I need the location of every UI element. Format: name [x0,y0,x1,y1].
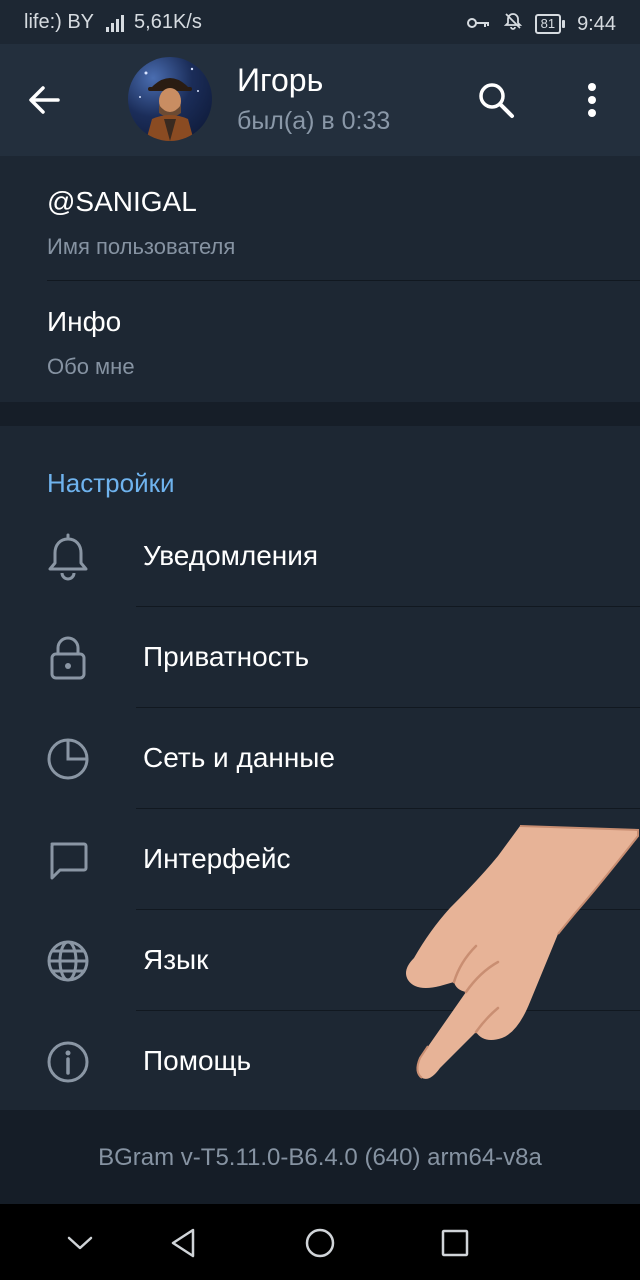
nav-recents-button[interactable] [430,1218,480,1268]
settings-item-label: Приватность [143,641,310,672]
settings-item-label: Язык [143,944,209,975]
status-bar: life:) BY 5,61K/s 81 9:44 [0,0,640,44]
settings-item-label: Уведомления [143,540,319,571]
settings-item-label: Интерфейс [143,843,291,874]
bio-row[interactable]: Инфо Обо мне [0,276,640,396]
bio-label: Обо мне [47,354,135,379]
username-row[interactable]: @SANIGAL Имя пользователя [0,156,640,276]
back-triangle-icon [171,1228,195,1258]
settings-item-label: Помощь [143,1045,252,1076]
more-menu-button[interactable] [566,74,618,126]
vpn-key-icon [466,13,491,36]
nav-home-button[interactable] [295,1218,345,1268]
avatar[interactable] [128,57,212,141]
search-button[interactable] [470,74,522,126]
recents-square-icon [441,1229,469,1257]
system-nav-bar [0,1204,640,1280]
settings-section: Настройки Уведомления Приватность Сеть и… [0,426,640,1110]
more-vertical-icon [588,83,596,117]
username-label: Имя пользователя [47,234,236,259]
profile-info: @SANIGAL Имя пользователя Инфо Обо мне [0,156,640,402]
hide-keyboard-button[interactable] [55,1218,105,1268]
clock: 9:44 [577,12,616,35]
arrow-back-icon [29,86,60,114]
last-seen-status: был(а) в 0:33 [237,107,391,135]
bio-value: Инфо [47,306,122,337]
status-left: life:) BY 5,61K/s [24,11,202,34]
settings-item-privacy[interactable]: Приватность [0,607,640,708]
settings-item-data[interactable]: Сеть и данные [0,708,640,809]
search-icon [479,83,514,118]
lock-icon [43,633,93,683]
version-text: BGram v-T5.11.0-B6.4.0 (640) arm64-v8a [98,1144,542,1171]
settings-item-help[interactable]: Помощь [0,1011,640,1112]
network-speed: 5,61K/s [134,11,202,33]
pie-chart-icon [43,734,93,784]
settings-item-notifications[interactable]: Уведомления [0,506,640,607]
bell-icon [43,532,93,582]
globe-icon [43,936,93,986]
version-footer: BGram v-T5.11.0-B6.4.0 (640) arm64-v8a [0,1110,640,1204]
nav-back-button[interactable] [158,1218,208,1268]
settings-item-label: Сеть и данные [143,742,336,773]
profile-header: Игорь был(а) в 0:33 [0,44,640,156]
status-right: 81 9:44 [466,11,616,37]
settings-item-language[interactable]: Язык [0,910,640,1011]
home-circle-icon [305,1228,335,1258]
battery-icon: 81 [534,14,566,34]
settings-item-interface[interactable]: Интерфейс [0,809,640,910]
back-button[interactable] [18,74,70,126]
signal-icon [106,14,125,32]
contact-name: Игорь [237,62,324,98]
notifications-off-icon [503,11,523,37]
chevron-down-icon [67,1236,93,1250]
chat-bubble-icon [43,835,93,885]
carrier-label: life:) BY [24,11,95,33]
section-separator [0,402,640,426]
settings-title: Настройки [47,468,175,498]
battery-level: 81 [534,14,562,34]
username-value: @SANIGAL [47,186,197,217]
info-icon [43,1037,93,1087]
